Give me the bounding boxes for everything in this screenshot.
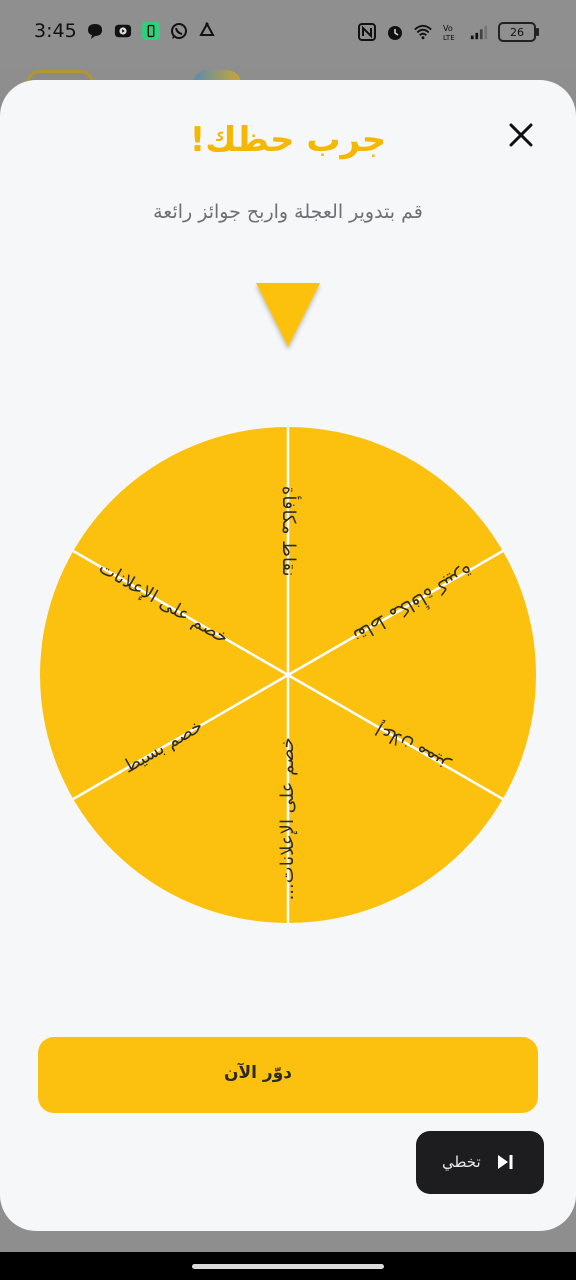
alarm-icon	[386, 23, 404, 41]
wheel-segment-label: نقاط مكافأة	[278, 486, 302, 577]
status-right-icons: Vo LTE 26	[358, 22, 539, 42]
prize-wheel[interactable]: نقاط مكافأةنقاط مكافأة كبيرةإعلان مميزخص…	[39, 426, 537, 924]
spin-now-button[interactable]: دوّر الآن	[38, 1037, 538, 1113]
volte-icon: Vo LTE	[442, 23, 460, 41]
svg-text:Vo: Vo	[443, 24, 453, 33]
recycle-icon	[198, 22, 216, 40]
home-gesture-pill[interactable]	[192, 1264, 384, 1269]
wifi-icon	[414, 23, 432, 41]
skip-label: تخطي	[442, 1153, 481, 1171]
whatsapp-icon	[170, 22, 188, 40]
wheel-pointer-icon	[256, 283, 320, 347]
chat-bubble-icon	[86, 22, 104, 40]
youtube-icon	[114, 22, 132, 40]
page-title: جرب حظك!	[189, 120, 387, 160]
svg-text:LTE: LTE	[443, 34, 455, 41]
status-bar: 3:45 Vo LTE 26	[0, 0, 576, 66]
nfc-icon	[358, 23, 376, 41]
status-time: 3:45	[34, 20, 77, 42]
wheel-segment-label: خصم على الإعلانات...	[277, 737, 298, 900]
battery-indicator: 26	[498, 22, 539, 42]
page-subtitle: قم بتدوير العجلة واربح جوائز رائعة	[153, 201, 423, 223]
status-left-icons	[86, 22, 216, 40]
system-nav-bar	[0, 1252, 576, 1280]
spin-now-label: دوّر الآن	[224, 1063, 292, 1083]
app-icon	[142, 22, 160, 40]
skip-next-icon	[498, 1155, 513, 1169]
signal-icon	[470, 23, 488, 41]
skip-button[interactable]: تخطي	[416, 1131, 544, 1194]
